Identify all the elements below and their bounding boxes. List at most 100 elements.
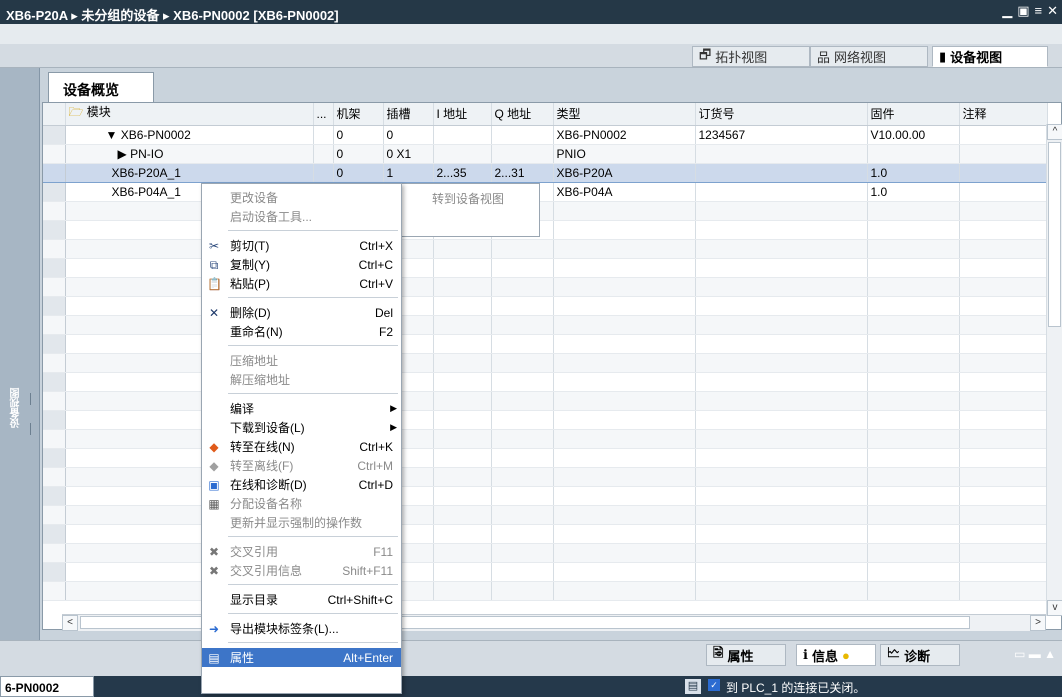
- xref-icon: ✖: [208, 544, 220, 559]
- table-row-empty[interactable]: [43, 486, 1048, 506]
- table-row[interactable]: ▼ XB6-PN0002 0 0 XB6-PN0002 1234567 V10.…: [43, 125, 1048, 145]
- table-row-empty[interactable]: [43, 334, 1048, 354]
- diag-icon: ▣: [208, 477, 220, 492]
- table-row-empty[interactable]: [43, 239, 1048, 259]
- topology-icon: 🗗: [699, 46, 712, 62]
- menu-separator: [228, 345, 398, 346]
- collapse-handle[interactable]: [30, 393, 38, 405]
- table-row-empty[interactable]: [43, 391, 1048, 411]
- restore-icon[interactable]: ▣: [1017, 3, 1029, 19]
- menu-item-label: 更新并显示强制的操作数: [230, 516, 363, 530]
- table-row[interactable]: XB6-P04A_1 ...57 XB6-P04A 1.0: [43, 182, 1048, 202]
- table-row-empty[interactable]: [43, 429, 1048, 449]
- tab-properties[interactable]: 🗟 属性: [706, 644, 786, 666]
- table-row-empty[interactable]: [43, 410, 1048, 430]
- menu-item[interactable]: 📋 粘贴(P) Ctrl+V: [202, 274, 401, 293]
- col-header-comment[interactable]: 注释: [959, 103, 1048, 126]
- table-row-empty[interactable]: [43, 467, 1048, 487]
- table-row-empty[interactable]: [43, 315, 1048, 335]
- panel-controls-icon[interactable]: ▭ ▬ ▲: [1014, 647, 1056, 661]
- project-icon[interactable]: ▤: [685, 679, 701, 694]
- table-row-empty[interactable]: [43, 201, 1048, 221]
- menu-item-shortcut: Ctrl+V: [359, 276, 393, 291]
- col-header-q-address[interactable]: Q 地址: [491, 103, 554, 126]
- menu-item[interactable]: 压缩地址: [202, 351, 401, 370]
- scissors-icon: ✂: [208, 238, 220, 253]
- table-row-empty[interactable]: [43, 353, 1048, 373]
- side-tab-device-view[interactable]: 设备视图: [9, 388, 23, 428]
- table-row-empty[interactable]: [43, 448, 1048, 468]
- minimize-icon[interactable]: ▁: [1002, 3, 1012, 19]
- scroll-down-icon[interactable]: v: [1047, 600, 1062, 616]
- menu-item[interactable]: ➜ 导出模块标签条(L)...: [202, 619, 401, 638]
- tab-label: 网络视图: [834, 50, 887, 65]
- vertical-scrollbar[interactable]: ^ v: [1046, 124, 1062, 616]
- menu-item[interactable]: ◆ 转至离线(F) Ctrl+M: [202, 456, 401, 475]
- col-header-slot[interactable]: 插槽: [383, 103, 434, 126]
- scroll-up-icon[interactable]: ^: [1047, 124, 1062, 140]
- menu-item[interactable]: ▣ 在线和诊断(D) Ctrl+D: [202, 475, 401, 494]
- menu-item[interactable]: ✖ 交叉引用信息 Shift+F11: [202, 561, 401, 580]
- table-row-empty[interactable]: [43, 296, 1048, 316]
- menu-item[interactable]: 解压缩地址: [202, 370, 401, 389]
- menu-item[interactable]: ✂ 剪切(T) Ctrl+X: [202, 236, 401, 255]
- menu-item-shortcut: Ctrl+K: [359, 439, 393, 454]
- tab-device-view[interactable]: ▮ 设备视图: [932, 46, 1048, 67]
- goto-device-view-label[interactable]: 转到设备视图: [432, 190, 504, 207]
- menu-item[interactable]: 更新并显示强制的操作数: [202, 513, 401, 532]
- menu-item[interactable]: ✕ 删除(D) Del: [202, 303, 401, 322]
- menu-item[interactable]: ✖ 交叉引用 F11: [202, 542, 401, 561]
- scroll-left-icon[interactable]: <: [62, 615, 78, 631]
- col-header-module[interactable]: 🗁 模块: [65, 103, 314, 126]
- table-row-empty[interactable]: [43, 562, 1048, 582]
- table-row-empty[interactable]: [43, 543, 1048, 563]
- col-header-i-address[interactable]: I 地址: [433, 103, 492, 126]
- scroll-thumb[interactable]: [1048, 142, 1061, 327]
- menu-item-label: 启动设备工具...: [230, 210, 313, 224]
- table-row[interactable]: ▶ PN-IO 0 0 X1 PNIO: [43, 144, 1048, 164]
- menu-item-shortcut: Ctrl+X: [359, 238, 393, 253]
- table-row-empty[interactable]: [43, 505, 1048, 525]
- col-header-firmware[interactable]: 固件: [867, 103, 960, 126]
- menu-item[interactable]: ▦ 分配设备名称: [202, 494, 401, 513]
- menu-item[interactable]: ◆ 转至在线(N) Ctrl+K: [202, 437, 401, 456]
- menu-item-label: 属性: [230, 651, 255, 665]
- table-row-empty[interactable]: [43, 581, 1048, 601]
- expand-handle[interactable]: [30, 423, 38, 435]
- table-row-empty[interactable]: [43, 524, 1048, 544]
- menu-item[interactable]: ⧉ 复制(Y) Ctrl+C: [202, 255, 401, 274]
- col-header-rack[interactable]: 机架: [333, 103, 384, 126]
- col-header-more[interactable]: ...: [313, 103, 334, 126]
- menu-item-shortcut: F11: [373, 544, 393, 559]
- menu-item-label: 转至离线(F): [230, 459, 294, 473]
- table-row-empty[interactable]: [43, 220, 1048, 240]
- tab-topology-view[interactable]: 🗗 拓扑视图: [692, 46, 810, 67]
- tab-device-overview[interactable]: 设备概览: [48, 72, 154, 102]
- menu-item-label: 显示目录: [230, 593, 279, 607]
- menu-item[interactable]: 编译 ▶: [202, 399, 401, 418]
- tab-info[interactable]: ℹ 信息 ●: [796, 644, 876, 666]
- context-menu-side-panel: 转到设备视图: [402, 183, 540, 237]
- table-row-selected[interactable]: XB6-P20A_1 0 1 2...35 2...31 XB6-P20A 1.…: [43, 162, 1048, 183]
- table-row-empty[interactable]: [43, 372, 1048, 392]
- menu-item[interactable]: 启动设备工具...: [202, 207, 401, 226]
- col-header-order-number[interactable]: 订货号: [695, 103, 868, 126]
- table-row-empty[interactable]: [43, 258, 1048, 278]
- col-header-type[interactable]: 类型: [553, 103, 696, 126]
- menu-item[interactable]: 更改设备: [202, 188, 401, 207]
- menu-icon[interactable]: ≡: [1035, 3, 1043, 19]
- tab-label: 设备视图: [950, 50, 1003, 65]
- window-title: XB6-P20A ▸ 未分组的设备 ▸ XB6-PN0002 [XB6-PN00…: [6, 8, 339, 23]
- menu-item[interactable]: 显示目录 Ctrl+Shift+C: [202, 590, 401, 609]
- inspector-tabs-bar: 🗟 属性 ℹ 信息 ● 🗠 诊断 ▭ ▬ ▲: [0, 640, 1062, 676]
- menu-item[interactable]: 重命名(N) F2: [202, 322, 401, 341]
- tab-diagnostics[interactable]: 🗠 诊断: [880, 644, 960, 666]
- close-icon[interactable]: ✕: [1047, 3, 1058, 19]
- menu-item[interactable]: ▤ 属性 Alt+Enter: [202, 648, 401, 667]
- table-row-empty[interactable]: [43, 277, 1048, 297]
- tab-network-view[interactable]: 品网络视图: [810, 46, 928, 67]
- scroll-right-icon[interactable]: >: [1030, 615, 1046, 631]
- status-bar: 6-PN0002 ▤ ✓ 到 PLC_1 的连接已关闭。: [0, 676, 1062, 697]
- menu-item[interactable]: 下载到设备(L) ▶: [202, 418, 401, 437]
- menu-item-label: 重命名(N): [230, 325, 283, 339]
